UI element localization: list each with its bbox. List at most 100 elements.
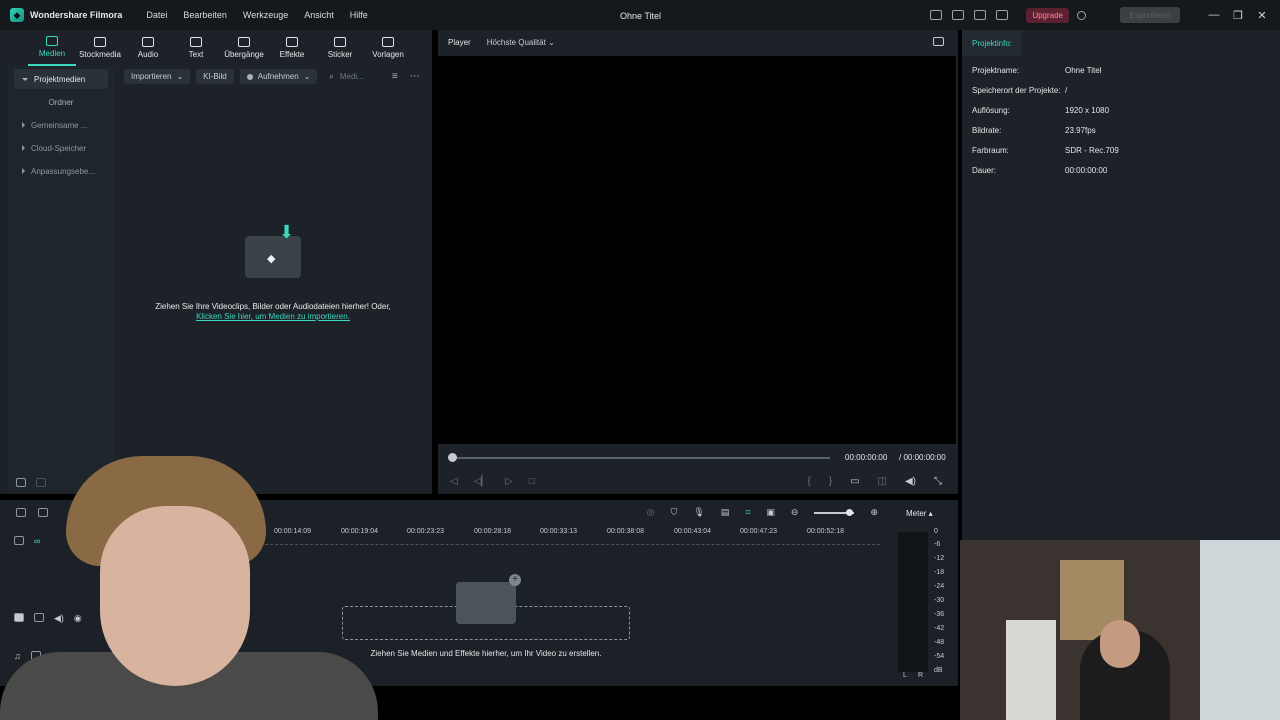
video-preview[interactable]: [438, 56, 956, 444]
playhead-knob[interactable]: [448, 453, 457, 462]
menu-ansicht[interactable]: Ansicht: [304, 10, 334, 20]
previous-frame-icon[interactable]: ◁: [450, 476, 458, 487]
info-key: Farbraum:: [972, 146, 1009, 155]
caret-icon: [22, 122, 25, 128]
maximize-button[interactable]: ❐: [1226, 9, 1250, 22]
tab-label: Medien: [38, 49, 66, 58]
tab-sticker[interactable]: Sticker: [316, 30, 364, 66]
volume-icon[interactable]: ◀): [905, 476, 916, 487]
zoom-slider[interactable]: [814, 508, 855, 516]
microphone-icon[interactable]: 🎙︎: [693, 507, 704, 518]
sidebar-item-ordner[interactable]: Ordner: [14, 92, 108, 112]
export-button[interactable]: Exportieren: [1120, 7, 1180, 23]
step-back-icon[interactable]: ◁▏: [474, 476, 489, 487]
sidebar-item-anpassung[interactable]: Anpassungsebe...: [14, 161, 108, 181]
render-icon[interactable]: ◎: [647, 507, 655, 518]
subtitle-icon[interactable]: ▣: [766, 507, 775, 518]
import-button[interactable]: Importieren ⌄: [124, 69, 191, 84]
tab-stockmedia[interactable]: Stockmedia: [76, 30, 124, 66]
tab-label: Stockmedia: [79, 50, 121, 59]
filmora-mark-icon: ◆: [267, 253, 276, 265]
import-media-link[interactable]: Klicken Sie hier, um Medien zu importier…: [196, 312, 350, 321]
save-icon[interactable]: [952, 10, 965, 20]
info-row: Speicherort der Projekte: /: [972, 86, 1280, 96]
tab-audio[interactable]: Audio: [124, 30, 172, 66]
left-channel-label: L: [903, 672, 907, 679]
music-note-icon: [142, 37, 154, 47]
more-icon[interactable]: ⋯: [410, 71, 420, 82]
display-icon[interactable]: ▭: [850, 476, 859, 487]
media-sidebar: Projektmedien Ordner Gemeinsame ... Clou…: [8, 66, 114, 490]
tab-label: Übergänge: [224, 50, 264, 59]
menu-werkzeuge[interactable]: Werkzeuge: [243, 10, 288, 20]
camera-snapshot-icon[interactable]: ◫: [878, 476, 887, 487]
sidebar-item-label: Ordner: [48, 97, 74, 107]
stop-icon[interactable]: □: [529, 476, 535, 487]
sidebar-item-projektmedien[interactable]: Projektmedien: [14, 69, 108, 89]
zoom-in-icon[interactable]: ⊕: [870, 507, 878, 518]
current-time: 00:00:00:00: [845, 453, 888, 462]
ai-image-button[interactable]: KI-Bild: [196, 69, 234, 84]
record-icon: [246, 73, 253, 80]
play-icon[interactable]: ▷: [505, 476, 513, 487]
media-content: Importieren ⌄ KI-Bild Aufnehmen ⌄ ⌕ Medi...…: [114, 66, 432, 490]
meter-dropdown[interactable]: Meter ▴: [906, 509, 933, 518]
template-icon: [382, 37, 394, 47]
tab-projektinfo[interactable]: Projektinfo:: [962, 30, 1022, 56]
minimize-button[interactable]: —: [1202, 9, 1226, 21]
sidebar-item-gemeinsame[interactable]: Gemeinsame ...: [14, 115, 108, 135]
tab-label: Audio: [137, 50, 159, 59]
tab-effekte[interactable]: Effekte: [268, 30, 316, 66]
apps-grid-icon[interactable]: [996, 10, 1009, 20]
info-value: 23.97fps: [1065, 126, 1096, 135]
folder-import-icon[interactable]: ⬇ ◆: [245, 222, 301, 278]
tool-tabs: Medien Stockmedia Audio Text Übergänge E…: [0, 30, 432, 66]
transition-icon: [238, 37, 250, 47]
zoom-knob[interactable]: [846, 508, 854, 516]
download-arrow-icon: ⬇: [279, 222, 295, 242]
snapshot-view-icon[interactable]: [933, 37, 944, 46]
info-key: Projektname:: [972, 66, 1020, 75]
marker-icon[interactable]: ⛉: [671, 507, 678, 518]
tab-label: Sticker: [327, 50, 353, 59]
stockmedia-icon: [94, 37, 106, 47]
db-label: -12: [934, 555, 945, 562]
sticker-icon: [334, 37, 346, 47]
ruler-tick: 00:00:33:13: [540, 528, 577, 535]
menu-bearbeiten[interactable]: Bearbeiten: [183, 10, 227, 20]
mark-out-icon[interactable]: }: [829, 476, 832, 487]
timeline-tools-right: ◎ ⛉ 🎙︎ ▤ ⌗ ▣ ⊖ ⊕: [647, 507, 878, 518]
add-icon[interactable]: +: [509, 574, 521, 586]
tab-medien[interactable]: Medien: [28, 30, 76, 66]
player-tab[interactable]: Player: [448, 38, 471, 47]
filter-icon[interactable]: ≡: [392, 71, 398, 82]
record-button[interactable]: Aufnehmen ⌄: [239, 69, 318, 84]
audio-mix-icon[interactable]: ▤: [721, 507, 730, 518]
account-icon[interactable]: [1077, 10, 1086, 20]
webcam-overlay-left: [0, 456, 378, 720]
zoom-out-icon[interactable]: ⊖: [791, 507, 799, 518]
tab-text[interactable]: Text: [172, 30, 220, 66]
search-icon: ⌕: [329, 71, 334, 81]
sidebar-item-cloud[interactable]: Cloud-Speicher: [14, 138, 108, 158]
search-input[interactable]: ⌕ Medi...: [329, 72, 364, 82]
cloud-icon[interactable]: [974, 10, 987, 20]
progress-bar[interactable]: [450, 457, 830, 459]
tab-vorlagen[interactable]: Vorlagen: [364, 30, 412, 66]
layout-icon[interactable]: [930, 10, 943, 20]
db-label: -6: [934, 541, 941, 548]
ruler-tick: 00:00:23:23: [407, 528, 444, 535]
info-value: /: [1065, 86, 1068, 95]
upgrade-button[interactable]: Upgrade: [1026, 7, 1069, 23]
text-icon: [190, 37, 202, 47]
quality-select[interactable]: Höchste Qualität ⌄: [487, 38, 555, 47]
info-row: Farbraum: SDR - Rec.709: [972, 146, 1280, 156]
menu-hilfe[interactable]: Hilfe: [350, 10, 368, 20]
mark-in-icon[interactable]: {: [807, 476, 810, 487]
close-button[interactable]: ✕: [1250, 9, 1274, 22]
quality-label: Höchste Qualität: [486, 37, 546, 47]
menu-datei[interactable]: Datei: [146, 10, 167, 20]
tab-uebergaenge[interactable]: Übergänge: [220, 30, 268, 66]
fullscreen-icon[interactable]: ⤡: [934, 476, 942, 487]
snap-icon[interactable]: ⌗: [745, 507, 750, 518]
